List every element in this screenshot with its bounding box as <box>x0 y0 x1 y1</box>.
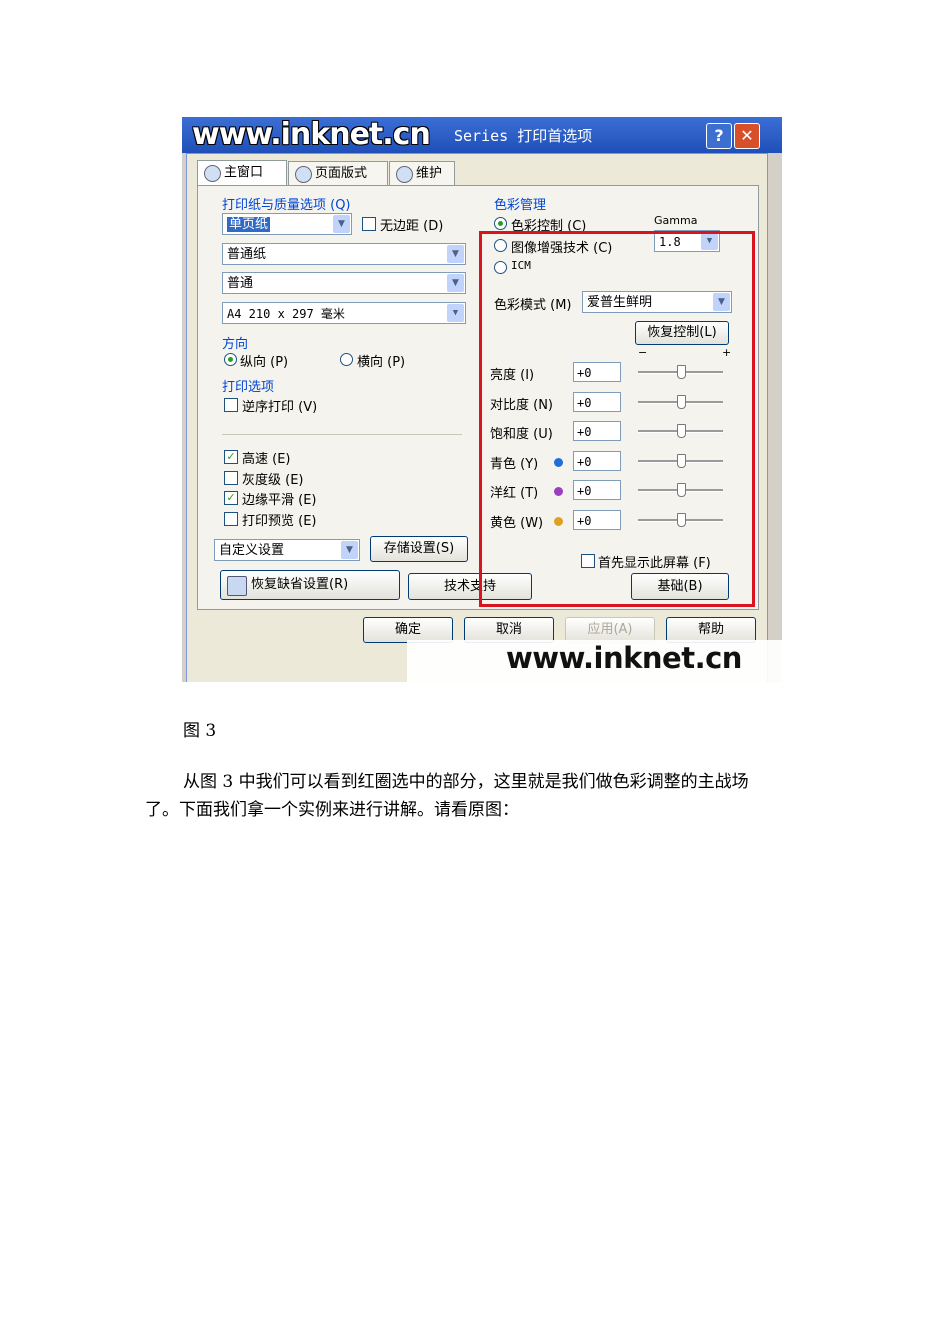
media-combo[interactable]: 单页纸 ▼ <box>222 213 352 235</box>
printer-dialog-screenshot: www.inknet.cn Series 打印首选项 ? ✕ 主窗口 页面版式 … <box>182 117 782 682</box>
tools-icon <box>396 166 413 183</box>
paper-size-combo[interactable]: A4 210 x 297 毫米 ▼ <box>222 302 466 324</box>
tab-main[interactable]: 主窗口 <box>197 160 287 186</box>
tab-label: 主窗口 <box>224 165 264 180</box>
grayscale-label: 灰度级 (E) <box>242 473 304 488</box>
help-icon[interactable]: ? <box>706 123 732 149</box>
tab-page-layout[interactable]: 页面版式 <box>288 161 388 185</box>
chevron-down-icon: ▼ <box>447 274 464 292</box>
chevron-down-icon: ▼ <box>341 541 358 559</box>
portrait-label: 纵向 (P) <box>240 355 289 370</box>
landscape-label: 横向 (P) <box>357 355 406 370</box>
print-preview-checkbox[interactable] <box>224 512 238 526</box>
restore-defaults-button[interactable]: 恢复缺省设置(R) <box>220 570 400 600</box>
quality-value: 普通 <box>227 276 254 291</box>
borderless-label: 无边距 (D) <box>380 219 444 234</box>
color-management-label: 色彩管理 <box>494 198 547 213</box>
window-title: Series 打印首选项 <box>454 127 593 145</box>
dialog-body: 主窗口 页面版式 维护 打印纸与质量选项 (Q) 单页纸 ▼ 无边距 (D) 普… <box>186 153 768 682</box>
paragraph-line-1: 从图 3 中我们可以看到红圈选中的部分，这里就是我们做色彩调整的主战场 <box>183 772 749 792</box>
chevron-down-icon: ▼ <box>447 245 464 263</box>
borderless-checkbox[interactable] <box>362 217 376 231</box>
chevron-down-icon: ▼ <box>447 304 464 322</box>
high-speed-label: 高速 (E) <box>242 452 291 467</box>
landscape-radio[interactable] <box>340 353 353 366</box>
paragraph-line-2: 了。下面我们拿一个实例来进行讲解。请看原图： <box>145 800 519 820</box>
restore-defaults-label: 恢复缺省设置(R) <box>251 577 349 592</box>
title-bar: www.inknet.cn Series 打印首选项 ? ✕ <box>182 117 782 153</box>
restore-icon <box>227 576 247 596</box>
reverse-order-label: 逆序打印 (V) <box>242 400 318 415</box>
orientation-group-label: 方向 <box>222 337 249 352</box>
chevron-down-icon: ▼ <box>333 215 350 233</box>
color-control-radio[interactable] <box>494 217 507 230</box>
figure-caption: 图 3 <box>183 721 217 741</box>
tab-maintenance[interactable]: 维护 <box>389 161 455 185</box>
custom-settings-value: 自定义设置 <box>219 543 285 558</box>
printer-icon <box>204 165 221 182</box>
portrait-radio[interactable] <box>224 353 237 366</box>
watermark-top: www.inknet.cn <box>192 117 431 152</box>
highlight-box <box>479 231 755 607</box>
paper-quality-group-label: 打印纸与质量选项 (Q) <box>222 198 351 213</box>
tab-label: 页面版式 <box>315 166 368 181</box>
tab-label: 维护 <box>416 166 443 181</box>
paper-type-combo[interactable]: 普通纸 ▼ <box>222 243 466 265</box>
custom-settings-combo[interactable]: 自定义设置 ▼ <box>214 539 360 561</box>
watermark-bottom: www.inknet.cn <box>506 641 742 675</box>
high-speed-checkbox[interactable]: ✓ <box>224 450 238 464</box>
paper-size-value: A4 210 x 297 毫米 <box>227 307 345 321</box>
media-combo-value: 单页纸 <box>227 217 271 232</box>
close-icon[interactable]: ✕ <box>734 123 760 149</box>
save-settings-button[interactable]: 存储设置(S) <box>370 536 468 562</box>
edge-smoothing-label: 边缘平滑 (E) <box>242 493 317 508</box>
print-options-group-label: 打印选项 <box>222 380 275 395</box>
paper-type-value: 普通纸 <box>227 247 267 262</box>
divider <box>222 434 462 435</box>
reverse-order-checkbox[interactable] <box>224 398 238 412</box>
edge-smoothing-checkbox[interactable]: ✓ <box>224 491 238 505</box>
gamma-label: Gamma <box>654 214 698 227</box>
layout-icon <box>295 166 312 183</box>
print-preview-label: 打印预览 (E) <box>242 514 317 529</box>
quality-combo[interactable]: 普通 ▼ <box>222 272 466 294</box>
grayscale-checkbox[interactable] <box>224 471 238 485</box>
